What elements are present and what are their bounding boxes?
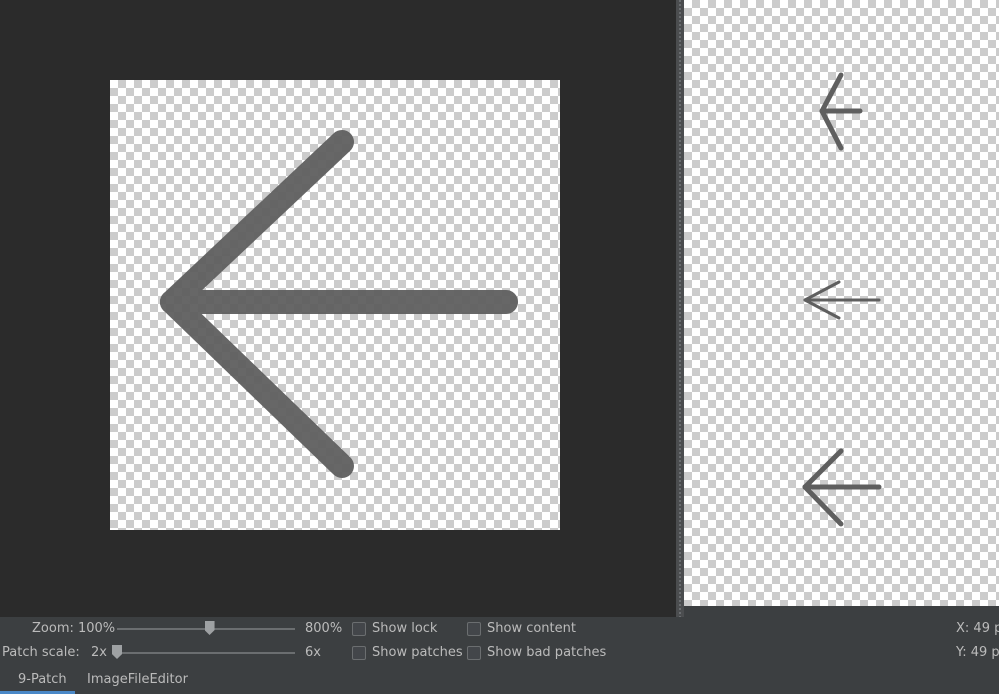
patch-scale-max-label: 6x — [305, 645, 321, 660]
show-bad-patches-label[interactable]: Show bad patches — [487, 645, 606, 660]
show-content-checkbox[interactable] — [467, 622, 481, 636]
image-canvas[interactable] — [110, 80, 560, 530]
zoom-slider-thumb[interactable] — [204, 621, 215, 635]
show-lock-label[interactable]: Show lock — [372, 621, 437, 636]
show-content-label[interactable]: Show content — [487, 621, 576, 636]
show-patches-checkbox[interactable] — [352, 646, 366, 660]
x-coordinate-readout: X: 49 px — [956, 621, 999, 636]
preview-stretched-horizontal — [803, 280, 881, 320]
patch-scale-label: Patch scale: — [2, 645, 80, 660]
editor-toolbar: Zoom: 100% 800% Patch scale: 2x 6x Show … — [0, 617, 999, 667]
patch-scale-slider-thumb[interactable] — [112, 645, 122, 659]
preview-stretched-vertical — [819, 72, 863, 151]
patch-scale-min-label: 2x — [91, 645, 107, 660]
zoom-label: Zoom: 100% — [32, 621, 116, 636]
preview-stretched-both — [802, 448, 882, 527]
show-bad-patches-checkbox[interactable] — [467, 646, 481, 660]
arrow-left-icon — [160, 130, 518, 478]
zoom-max-label: 800% — [305, 621, 343, 636]
show-patches-label[interactable]: Show patches — [372, 645, 463, 660]
tab-image-file-editor[interactable]: ImageFileEditor — [87, 667, 188, 694]
preview-footer — [684, 606, 999, 617]
preview-pane — [684, 0, 999, 606]
editor-tab-bar: 9-Patch ImageFileEditor — [0, 667, 999, 694]
show-lock-checkbox[interactable] — [352, 622, 366, 636]
y-coordinate-readout: Y: 49 px — [956, 645, 999, 660]
tab-9-patch[interactable]: 9-Patch — [0, 667, 75, 694]
patch-scale-slider[interactable] — [112, 652, 295, 654]
pane-splitter[interactable] — [676, 0, 684, 617]
editor-pane — [0, 0, 676, 617]
